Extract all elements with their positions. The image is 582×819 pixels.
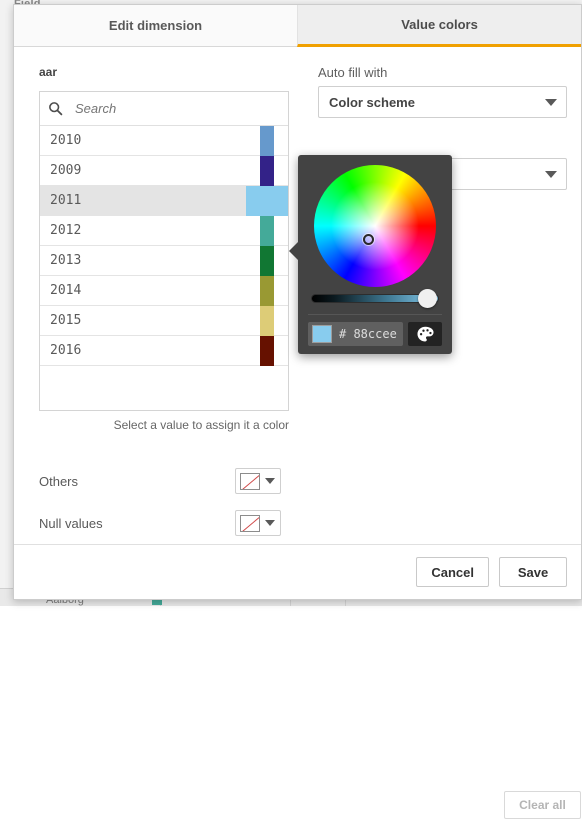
clear-all-label: Clear all	[519, 798, 566, 812]
list-item-label: 2014	[50, 283, 81, 298]
left-pane: aar 2010 2009 20	[14, 47, 302, 544]
chevron-down-icon	[545, 171, 557, 178]
no-color-icon	[240, 473, 260, 490]
list-item-label: 2011	[50, 193, 81, 208]
list-item-color-swatch[interactable]	[260, 156, 274, 186]
auto-fill-label: Auto fill with	[318, 65, 567, 80]
hex-color-field[interactable]: # 88ccee	[308, 322, 403, 346]
chevron-down-icon	[545, 99, 557, 106]
brightness-slider-handle[interactable]	[418, 289, 437, 308]
list-item-label: 2009	[50, 163, 81, 178]
search-icon	[48, 101, 63, 116]
field-title: aar	[39, 65, 302, 79]
hex-value: # 88ccee	[339, 327, 397, 341]
color-wheel[interactable]	[314, 165, 436, 287]
list-item-color-swatch[interactable]	[260, 246, 274, 276]
tab-value-colors-label: Value colors	[401, 17, 478, 32]
list-item[interactable]: 2014	[40, 276, 288, 306]
auto-fill-value: Color scheme	[329, 95, 415, 110]
value-colors-dialog: Edit dimension Value colors aar 2010	[13, 4, 582, 600]
list-item-color-swatch[interactable]	[260, 276, 274, 306]
auto-fill-select[interactable]: Color scheme	[318, 86, 567, 118]
list-item-color-swatch[interactable]	[260, 126, 274, 156]
color-picker-popup: # 88ccee	[298, 155, 452, 354]
value-listbox: 2010 2009 2011 2012 2013	[39, 91, 289, 411]
tab-value-colors[interactable]: Value colors	[297, 5, 581, 47]
picker-divider	[308, 314, 442, 315]
cancel-button[interactable]: Cancel	[416, 557, 489, 587]
list-item[interactable]: 2016	[40, 336, 288, 366]
wheel-cursor-icon[interactable]	[363, 234, 374, 245]
dialog-tabs: Edit dimension Value colors	[14, 5, 581, 47]
search-row[interactable]	[40, 92, 288, 126]
list-item[interactable]: 2013	[40, 246, 288, 276]
save-button[interactable]: Save	[499, 557, 567, 587]
list-item-selected[interactable]: 2011	[40, 186, 288, 216]
list-item[interactable]: 2009	[40, 156, 288, 186]
list-item[interactable]: 2015	[40, 306, 288, 336]
list-item-label: 2015	[50, 313, 81, 328]
list-item-label: 2013	[50, 253, 81, 268]
list-item[interactable]: 2010	[40, 126, 288, 156]
no-color-icon	[240, 515, 260, 532]
list-item-color-swatch[interactable]	[260, 306, 274, 336]
others-color-button[interactable]	[235, 468, 281, 494]
tab-edit-dimension-label: Edit dimension	[109, 18, 202, 33]
search-input[interactable]	[73, 100, 263, 117]
current-color-swatch	[312, 325, 332, 343]
palette-icon	[416, 326, 435, 343]
list-item[interactable]: 2012	[40, 216, 288, 246]
null-values-color-button[interactable]	[235, 510, 281, 536]
tab-edit-dimension[interactable]: Edit dimension	[14, 5, 297, 47]
list-item-color-swatch[interactable]	[260, 336, 274, 366]
list-item-color-swatch[interactable]	[246, 186, 288, 216]
list-item-label: 2012	[50, 223, 81, 238]
null-values-label: Null values	[39, 516, 235, 531]
cancel-button-label: Cancel	[431, 565, 474, 580]
palette-button[interactable]	[408, 322, 442, 346]
save-button-label: Save	[518, 565, 548, 580]
others-label: Others	[39, 474, 235, 489]
dialog-footer: Cancel Save	[14, 544, 581, 599]
others-row: Others	[39, 466, 302, 496]
list-item-color-swatch[interactable]	[260, 216, 274, 246]
list-empty-space	[40, 366, 288, 410]
picker-pointer-arrow	[289, 241, 299, 261]
clear-all-button[interactable]: Clear all	[504, 791, 581, 819]
list-item-label: 2010	[50, 133, 81, 148]
chevron-down-icon	[265, 520, 275, 526]
dialog-body: aar 2010 2009 20	[14, 47, 581, 544]
null-values-row: Null values	[39, 508, 302, 538]
assign-color-hint: Select a value to assign it a color	[39, 418, 289, 432]
list-item-label: 2016	[50, 343, 81, 358]
chevron-down-icon	[265, 478, 275, 484]
